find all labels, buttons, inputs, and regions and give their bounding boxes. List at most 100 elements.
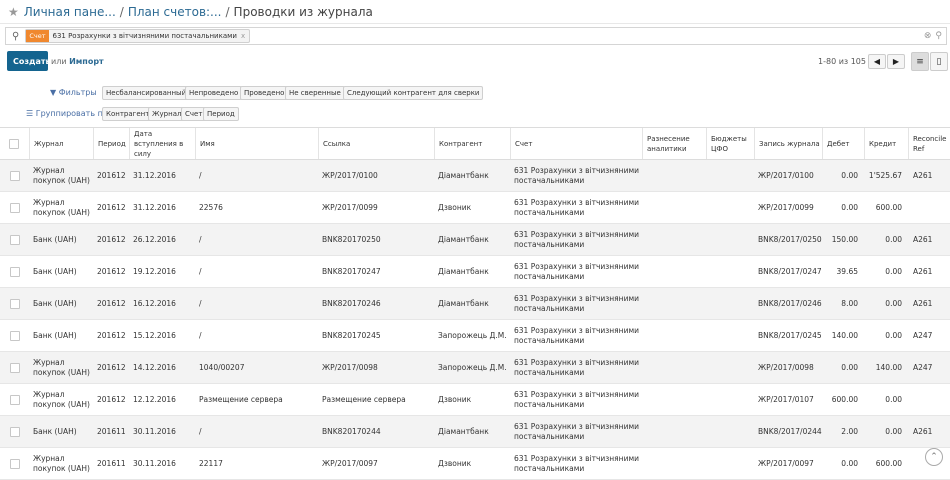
search-icon: ⚲ [12, 30, 20, 42]
cell-debit: 0.00 [841, 170, 858, 180]
breadcrumb-separator: / [119, 4, 124, 19]
search-facet: Счет 631 Розрахунки з вітчизняними поста… [25, 29, 251, 43]
cell-journal: Журнал покупок (UAH) [33, 453, 90, 473]
cell-move: ЖР/2017/0100 [758, 170, 814, 180]
filter-unbalanced[interactable]: Несбалансированный [102, 86, 191, 100]
import-link[interactable]: Импорт [69, 57, 104, 66]
cell-ref: BNK820170246 [322, 298, 381, 308]
column-header-ref[interactable]: Ссылка [318, 128, 434, 159]
table-row[interactable]: Журнал покупок (UAH) 201612 31.12.2016 2257… [0, 192, 950, 224]
table-row[interactable]: Банк (UAH) 201612 15.12.2016 / BNK820170245 З… [0, 320, 950, 352]
cell-date: 19.12.2016 [133, 266, 176, 276]
form-icon: ▯ [936, 56, 942, 67]
cell-date: 16.12.2016 [133, 298, 176, 308]
select-all-checkbox[interactable] [9, 138, 19, 149]
cell-credit: 0.00 [885, 394, 902, 404]
cell-partner: Дзвоник [438, 202, 472, 212]
clear-search-icon[interactable]: ⊗ [924, 31, 932, 41]
search-input[interactable] [256, 30, 924, 42]
column-header-debit[interactable]: Дебет [822, 128, 864, 159]
create-button[interactable]: Создать [7, 51, 51, 71]
row-select-cell [10, 224, 24, 255]
cell-date: 12.12.2016 [133, 394, 176, 404]
row-checkbox[interactable] [10, 394, 20, 405]
filter-posted[interactable]: Проведено [240, 86, 289, 100]
table-row[interactable]: Банк (UAH) 201611 30.11.2016 / BNK820170244 Д… [0, 416, 950, 448]
groupby-journal[interactable]: Журнал [148, 107, 186, 121]
pager-value[interactable]: 1-80 из 105 [818, 57, 866, 66]
cell-debit: 8.00 [841, 298, 858, 308]
row-checkbox[interactable] [10, 170, 20, 181]
row-checkbox[interactable] [10, 426, 20, 437]
groupby-period[interactable]: Период [203, 107, 239, 121]
table-row[interactable]: Банк (UAH) 201612 19.12.2016 / BNK820170247 Д… [0, 256, 950, 288]
cell-reconcile: A261 [913, 298, 933, 308]
cell-name: / [199, 426, 202, 436]
table-row[interactable]: Банк (UAH) 201612 16.12.2016 / BNK820170246 Д… [0, 288, 950, 320]
column-header-partner[interactable]: Контрагент [434, 128, 510, 159]
cell-partner: Діамантбанк [438, 234, 489, 244]
scroll-to-top-button[interactable]: ⌃ [925, 448, 943, 466]
table-row[interactable]: Журнал покупок (UAH) 201611 30.11.2016 2211… [0, 448, 950, 480]
table-row[interactable]: Журнал покупок (UAH) 201612 12.12.2016 Разм… [0, 384, 950, 416]
cell-period: 201611 [97, 458, 126, 468]
cell-date: 15.12.2016 [133, 330, 176, 340]
row-checkbox[interactable] [10, 266, 20, 277]
star-icon[interactable]: ★ [8, 5, 19, 19]
table-row[interactable]: Журнал покупок (UAH) 201612 31.12.2016 / ЖР/… [0, 160, 950, 192]
row-select-cell [10, 320, 24, 351]
cell-credit: 0.00 [885, 426, 902, 436]
column-header-budget[interactable]: Бюджеты ЦФО [706, 128, 754, 159]
column-header-account[interactable]: Счет [510, 128, 642, 159]
cell-credit: 1'525.67 [868, 170, 902, 180]
cell-reconcile: A261 [913, 234, 933, 244]
journal-items-table: Журнал Период Дата вступления в силу Имя… [0, 127, 950, 480]
cell-credit: 0.00 [885, 298, 902, 308]
cell-account: 631 Розрахунки з вітчизняними постачальн… [514, 261, 639, 281]
cell-date: 31.12.2016 [133, 202, 176, 212]
cell-period: 201612 [97, 202, 126, 212]
pager-previous-button[interactable]: ◀ [868, 54, 886, 69]
cell-period: 201612 [97, 266, 126, 276]
cell-partner: Діамантбанк [438, 266, 489, 276]
groupby-partner[interactable]: Контрагент [102, 107, 154, 121]
cell-period: 201612 [97, 234, 126, 244]
groupby-toggle[interactable]: ☰ Группировать по [26, 109, 108, 118]
close-icon[interactable]: x [241, 32, 245, 40]
column-header-reconcile[interactable]: Reconcile Ref [908, 128, 948, 159]
column-header-date[interactable]: Дата вступления в силу [129, 128, 195, 159]
filter-unreconciled[interactable]: Не сверенные [285, 86, 345, 100]
page-title: Проводки из журнала [233, 4, 373, 19]
breadcrumb-link-dashboard[interactable]: Личная пане... [24, 5, 116, 19]
column-header-period[interactable]: Период [93, 128, 129, 159]
list-view-button[interactable]: ≡ [911, 52, 929, 71]
filters-toggle[interactable]: ▼ Фильтры [50, 88, 97, 97]
cell-credit: 600.00 [875, 202, 902, 212]
row-checkbox[interactable] [10, 330, 20, 341]
arrow-left-icon: ◀ [873, 57, 881, 66]
row-checkbox[interactable] [10, 458, 20, 469]
cell-name: 1040/00207 [199, 362, 245, 372]
form-view-button[interactable]: ▯ [930, 52, 948, 71]
cell-move: ЖР/2017/0098 [758, 362, 814, 372]
row-checkbox[interactable] [10, 298, 20, 309]
breadcrumb-link-chart-of-accounts[interactable]: План счетов:... [128, 5, 222, 19]
row-checkbox[interactable] [10, 202, 20, 213]
column-header-credit[interactable]: Кредит [864, 128, 908, 159]
column-header-journal[interactable]: Журнал [29, 128, 93, 159]
cell-account: 631 Розрахунки з вітчизняними постачальн… [514, 389, 639, 409]
row-checkbox[interactable] [10, 234, 20, 245]
filter-next-partner[interactable]: Следующий контрагент для сверки [343, 86, 484, 100]
filter-unposted[interactable]: Непроведено [185, 86, 243, 100]
search-options-icon[interactable]: ⚲ [935, 31, 942, 41]
pager-next-button[interactable]: ▶ [887, 54, 905, 69]
cell-name: / [199, 298, 202, 308]
table-row[interactable]: Журнал покупок (UAH) 201612 14.12.2016 1040… [0, 352, 950, 384]
column-header-move[interactable]: Запись журнала [754, 128, 822, 159]
cell-ref: ЖР/2017/0098 [322, 362, 378, 372]
column-header-analytic[interactable]: Разнесение аналитики [642, 128, 706, 159]
row-checkbox[interactable] [10, 362, 20, 373]
column-header-name[interactable]: Имя [195, 128, 318, 159]
table-row[interactable]: Банк (UAH) 201612 26.12.2016 / BNK820170250 Д… [0, 224, 950, 256]
cell-ref: BNK820170244 [322, 426, 381, 436]
